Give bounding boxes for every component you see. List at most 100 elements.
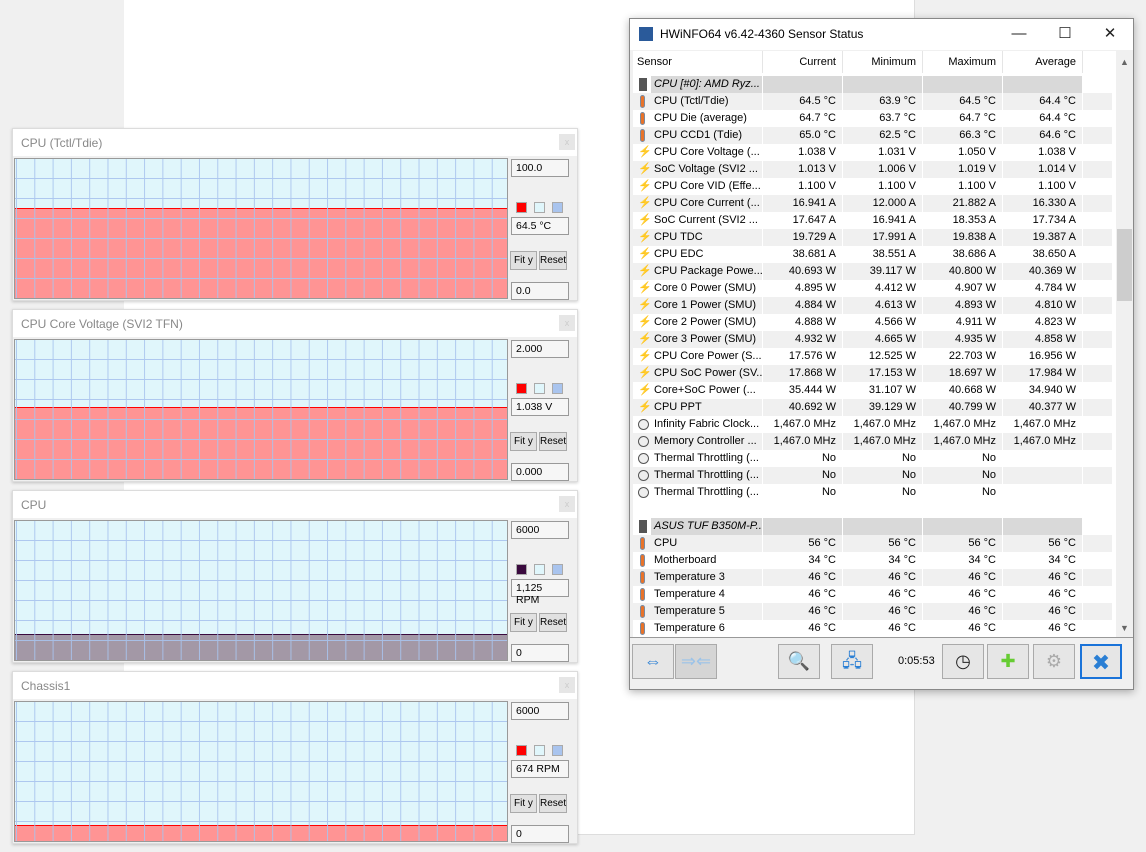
table-row[interactable]: ⚡ Core 1 Power (SMU) 4.884 W 4.613 W 4.893 W… xyxy=(633,297,1112,314)
table-row[interactable]: Memory Controller ... 1,467.0 MHz 1,467.0 … xyxy=(633,433,1112,450)
background-color-swatch[interactable] xyxy=(534,383,545,394)
sensor-name: Motherboard xyxy=(654,554,717,566)
sensor-value: 46 °C xyxy=(923,603,1003,620)
table-row[interactable]: Temperature 3 46 °C 46 °C 46 °C 46 °C xyxy=(633,569,1112,586)
sensor-value: 1,467.0 MHz xyxy=(763,433,843,450)
graph-min-input[interactable]: 0.000 xyxy=(511,463,569,481)
table-row[interactable]: Temperature 6 46 °C 46 °C 46 °C 46 °C xyxy=(633,620,1112,637)
table-row[interactable]: ⚡ CPU PPT 40.692 W 39.129 W 40.799 W 40.377 W xyxy=(633,399,1112,416)
graph-max-input[interactable]: 6000 xyxy=(511,702,569,720)
table-row[interactable]: ⚡ CPU SoC Power (SV... 17.868 W 17.153 W 18.… xyxy=(633,365,1112,382)
maximize-button[interactable]: ☐ xyxy=(1042,19,1088,49)
clock-reset-button[interactable]: ◷ xyxy=(942,644,984,679)
grid-color-swatch[interactable] xyxy=(552,564,563,575)
collapse-arrows-button[interactable]: ⇒⇐ xyxy=(675,644,717,679)
fit-y-button[interactable]: Fit y xyxy=(510,251,537,270)
table-row[interactable]: ⚡ CPU Core Power (S... 17.576 W 12.525 W 22.… xyxy=(633,348,1112,365)
network-button[interactable]: 🖧 xyxy=(831,644,873,679)
close-graph-button[interactable]: x xyxy=(559,315,575,331)
hwinfo-app-icon xyxy=(639,27,653,41)
table-row[interactable] xyxy=(633,501,1112,518)
close-graph-button[interactable]: x xyxy=(559,134,575,150)
table-row[interactable]: ⚡ Core 2 Power (SMU) 4.888 W 4.566 W 4.911 W… xyxy=(633,314,1112,331)
table-row[interactable]: CPU CCD1 (Tdie) 65.0 °C 62.5 °C 66.3 °C 64.6… xyxy=(633,127,1112,144)
sensor-value: 18.353 A xyxy=(923,212,1003,229)
fit-y-button[interactable]: Fit y xyxy=(510,432,537,451)
close-graph-button[interactable]: x xyxy=(559,496,575,512)
lightning-icon: ⚡ xyxy=(638,214,652,226)
table-row[interactable]: ⚡ Core 3 Power (SMU) 4.932 W 4.665 W 4.935 W… xyxy=(633,331,1112,348)
sensor-value: No xyxy=(843,467,923,484)
table-row[interactable]: ⚡ Core 0 Power (SMU) 4.895 W 4.412 W 4.907 W… xyxy=(633,280,1112,297)
table-row[interactable]: Thermal Throttling (... No No No xyxy=(633,484,1112,501)
table-row[interactable]: Thermal Throttling (... No No No xyxy=(633,450,1112,467)
table-row[interactable]: ⚡ CPU Core VID (Effe... 1.100 V 1.100 V 1.10… xyxy=(633,178,1112,195)
line-color-swatch[interactable] xyxy=(516,383,527,394)
table-row[interactable]: ⚡ Core+SoC Power (... 35.444 W 31.107 W 40.6… xyxy=(633,382,1112,399)
line-color-swatch[interactable] xyxy=(516,202,527,213)
sensor-table: Sensor Current Minimum Maximum Average CPU [#… xyxy=(633,51,1116,637)
close-graph-button[interactable]: x xyxy=(559,677,575,693)
table-row[interactable]: Thermal Throttling (... No No No xyxy=(633,467,1112,484)
sensor-value: 34 °C xyxy=(763,552,843,569)
thermometer-icon xyxy=(640,588,645,601)
graph-min-input[interactable]: 0 xyxy=(511,825,569,843)
reset-button[interactable]: Reset xyxy=(539,251,567,270)
reset-button[interactable]: Reset xyxy=(539,613,567,632)
column-header[interactable]: Sensor xyxy=(633,51,763,73)
graph-max-input[interactable]: 100.0 xyxy=(511,159,569,177)
background-color-swatch[interactable] xyxy=(534,202,545,213)
graph-max-input[interactable]: 2.000 xyxy=(511,340,569,358)
reset-button[interactable]: Reset xyxy=(539,794,567,813)
close-sensors-button[interactable]: ✖ xyxy=(1080,644,1122,679)
grid-color-swatch[interactable] xyxy=(552,202,563,213)
sensor-group-row[interactable]: ASUS TUF B350M-P... xyxy=(633,518,1112,535)
grid-color-swatch[interactable] xyxy=(552,745,563,756)
table-row[interactable]: Motherboard 34 °C 34 °C 34 °C 34 °C xyxy=(633,552,1112,569)
table-row[interactable]: CPU (Tctl/Tdie) 64.5 °C 63.9 °C 64.5 °C 64.4… xyxy=(633,93,1112,110)
table-row[interactable]: CPU 56 °C 56 °C 56 °C 56 °C xyxy=(633,535,1112,552)
background-color-swatch[interactable] xyxy=(534,745,545,756)
table-row[interactable]: ⚡ CPU TDC 19.729 A 17.991 A 19.838 A 19.387 A xyxy=(633,229,1112,246)
line-color-swatch[interactable] xyxy=(516,745,527,756)
table-row[interactable]: Temperature 5 46 °C 46 °C 46 °C 46 °C xyxy=(633,603,1112,620)
scroll-down-icon[interactable]: ▼ xyxy=(1116,623,1133,633)
fit-y-button[interactable]: Fit y xyxy=(510,794,537,813)
scrollbar-thumb[interactable] xyxy=(1117,229,1132,301)
table-row[interactable]: ⚡ CPU Core Voltage (... 1.038 V 1.031 V 1.05… xyxy=(633,144,1112,161)
table-row[interactable]: ⚡ CPU Core Current (... 16.941 A 12.000 A 21… xyxy=(633,195,1112,212)
column-header[interactable]: Maximum xyxy=(923,51,1003,73)
column-header[interactable]: Minimum xyxy=(843,51,923,73)
grid-color-swatch[interactable] xyxy=(552,383,563,394)
column-header[interactable]: Current xyxy=(763,51,843,73)
monitor-search-button[interactable]: 🔍 xyxy=(778,644,820,679)
table-row[interactable]: CPU Die (average) 64.7 °C 63.7 °C 64.7 °C 64… xyxy=(633,110,1112,127)
column-header[interactable]: Average xyxy=(1003,51,1083,73)
sensor-value: 4.858 W xyxy=(1003,331,1083,348)
sensor-value: 4.907 W xyxy=(923,280,1003,297)
add-log-button[interactable]: ✚ xyxy=(987,644,1029,679)
sensor-value: 17.984 W xyxy=(1003,365,1083,382)
table-row[interactable]: ⚡ CPU Package Powe... 40.693 W 39.117 W 40.8… xyxy=(633,263,1112,280)
table-row[interactable]: Infinity Fabric Clock... 1,467.0 MHz 1,467… xyxy=(633,416,1112,433)
close-button[interactable]: ✕ xyxy=(1087,19,1133,49)
graph-min-input[interactable]: 0.0 xyxy=(511,282,569,300)
sensor-group-row[interactable]: CPU [#0]: AMD Ryz... xyxy=(633,76,1112,93)
scroll-up-icon[interactable]: ▲ xyxy=(1116,57,1133,67)
settings-gear-button[interactable]: ⚙ xyxy=(1033,644,1075,679)
fit-y-button[interactable]: Fit y xyxy=(510,613,537,632)
minimize-button[interactable]: — xyxy=(996,19,1042,49)
sensor-name: Core 2 Power (SMU) xyxy=(654,316,757,328)
background-color-swatch[interactable] xyxy=(534,564,545,575)
reset-button[interactable]: Reset xyxy=(539,432,567,451)
table-row[interactable]: Temperature 4 46 °C 46 °C 46 °C 46 °C xyxy=(633,586,1112,603)
scrollbar[interactable]: ▲ ▼ xyxy=(1116,51,1133,637)
expand-arrows-button[interactable]: ⇔ xyxy=(632,644,674,679)
sensor-value: 40.799 W xyxy=(923,399,1003,416)
graph-min-input[interactable]: 0 xyxy=(511,644,569,662)
table-row[interactable]: ⚡ SoC Voltage (SVI2 ... 1.013 V 1.006 V 1.01… xyxy=(633,161,1112,178)
table-row[interactable]: ⚡ CPU EDC 38.681 A 38.551 A 38.686 A 38.650 A xyxy=(633,246,1112,263)
graph-max-input[interactable]: 6000 xyxy=(511,521,569,539)
table-row[interactable]: ⚡ SoC Current (SVI2 ... 17.647 A 16.941 A 18… xyxy=(633,212,1112,229)
line-color-swatch[interactable] xyxy=(516,564,527,575)
